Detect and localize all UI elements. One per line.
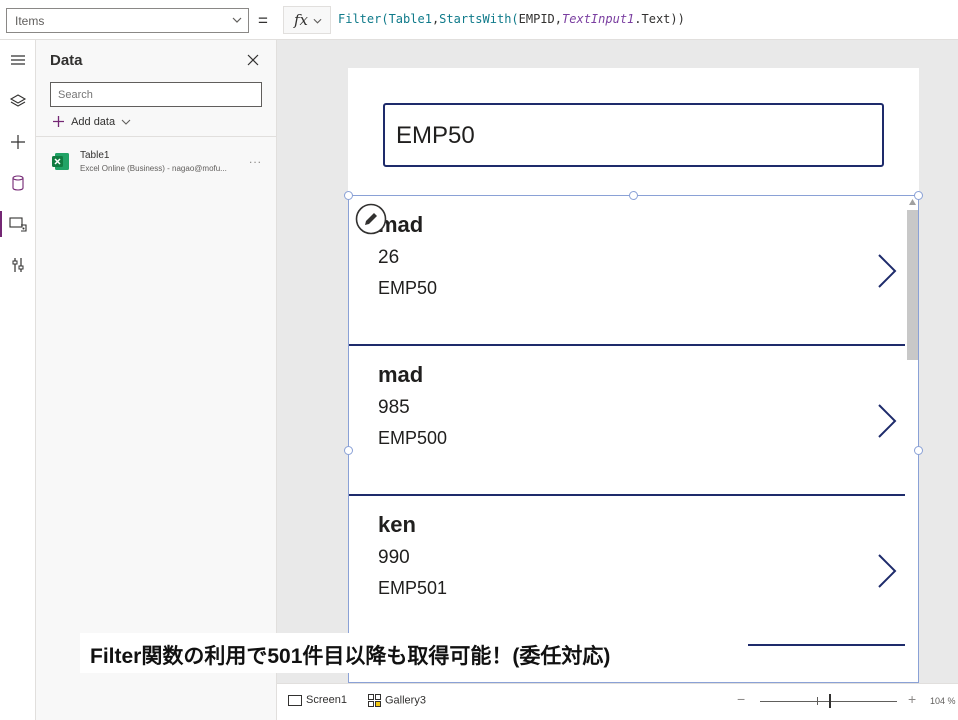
row-name: ken [378, 512, 416, 537]
formula-table: Table1 [388, 12, 432, 26]
plus-icon [53, 116, 64, 127]
data-pane: Data Add data Table1 Excel Online (Busin… [36, 40, 277, 720]
zoom-level: 104 % [930, 696, 956, 706]
chevron-right-icon[interactable] [875, 552, 899, 590]
property-dropdown[interactable]: Items [6, 8, 249, 33]
row-age: 985 [378, 397, 410, 418]
formula-control: TextInput1 [562, 12, 635, 26]
pane-title: Data [50, 52, 83, 69]
status-bar: Screen1 Gallery3 − + 104 % [277, 683, 958, 720]
add-data-button[interactable]: Add data [52, 115, 131, 133]
row-empid: EMP50 [378, 278, 438, 298]
formula-tail: .Text)) [634, 12, 685, 26]
data-cylinder-icon[interactable] [7, 172, 29, 194]
breadcrumb-gallery-label: Gallery3 [385, 694, 426, 707]
fx-button[interactable]: fx [283, 6, 331, 34]
row-age: 26 [378, 247, 400, 268]
zoom-slider-thumb[interactable] [829, 694, 831, 708]
chevron-right-icon[interactable] [875, 252, 899, 290]
gallery-row[interactable]: mad 26 EMP50 [349, 196, 905, 346]
zoom-default-tick [817, 697, 818, 705]
advanced-tools-icon[interactable] [7, 254, 29, 276]
caption-banner: Filter関数の利用で501件目以降も取得可能！(委任対応) [80, 633, 748, 673]
more-options-icon[interactable]: ... [249, 152, 262, 166]
resize-handle[interactable] [344, 446, 353, 455]
resize-handle[interactable] [344, 191, 353, 200]
data-source-connector: Excel Online (Business) - nagao@mofu... [80, 164, 227, 173]
chevron-down-icon [121, 119, 131, 125]
add-data-label: Add data [71, 115, 116, 128]
resize-handle[interactable] [629, 191, 638, 200]
formula-field: EMPID, [518, 12, 563, 26]
hamburger-menu-icon[interactable] [7, 49, 29, 71]
row-age: 990 [378, 547, 410, 568]
scroll-up-arrow-icon[interactable] [909, 199, 916, 205]
gallery-row[interactable]: ken 990 EMP501 [349, 496, 905, 646]
edit-pencil-icon[interactable] [355, 203, 387, 235]
app-screen: EMP50 mad 26 EMP50 mad 985 EMP500 ken 99… [344, 68, 923, 683]
formula-bar: Items = fx Filter(Table1,StartsWith(EMPI… [0, 0, 958, 40]
row-name: mad [378, 362, 424, 387]
resize-handle[interactable] [914, 446, 923, 455]
media-icon[interactable] [7, 213, 29, 235]
data-source-item[interactable]: Table1 Excel Online (Business) - nagao@m… [36, 146, 277, 180]
design-canvas: EMP50 mad 26 EMP50 mad 985 EMP500 ken 99… [277, 40, 958, 683]
rail-active-indicator [0, 211, 2, 237]
chevron-right-icon[interactable] [875, 402, 899, 440]
data-source-name: Table1 [80, 150, 110, 161]
close-icon[interactable] [245, 52, 261, 68]
gallery-scrollbar[interactable] [905, 196, 918, 682]
zoom-out-button[interactable]: − [737, 691, 745, 707]
left-rail [0, 40, 36, 720]
scrollbar-thumb[interactable] [907, 210, 918, 360]
zoom-in-button[interactable]: + [908, 691, 916, 707]
divider [36, 136, 277, 137]
gallery-row[interactable]: mad 985 EMP500 [349, 346, 905, 496]
breadcrumb-screen[interactable]: Screen1 [288, 694, 347, 706]
resize-handle[interactable] [914, 191, 923, 200]
layers-icon[interactable] [7, 90, 29, 112]
chevron-down-icon [232, 17, 242, 23]
equals-sign: = [258, 11, 268, 30]
insert-plus-icon[interactable] [7, 131, 29, 153]
fx-icon: fx [294, 11, 309, 29]
chevron-down-icon [313, 18, 322, 24]
data-search-input[interactable] [50, 82, 262, 107]
screen-icon [288, 694, 302, 706]
excel-icon [52, 153, 69, 170]
formula-function-2: StartsWith( [439, 12, 519, 26]
property-value: Items [15, 14, 45, 28]
formula-function: Filter( [338, 12, 389, 26]
text-input-control[interactable]: EMP50 [383, 103, 884, 167]
breadcrumb-gallery[interactable]: Gallery3 [368, 694, 426, 707]
gallery-icon [368, 694, 381, 707]
formula-input[interactable]: Filter(Table1,StartsWith(EMPID,TextInput… [338, 12, 685, 26]
row-empid: EMP501 [378, 578, 448, 598]
row-empid: EMP500 [378, 428, 448, 448]
gallery-control[interactable]: mad 26 EMP50 mad 985 EMP500 ken 990 EMP5… [348, 195, 919, 683]
breadcrumb-screen-label: Screen1 [306, 694, 347, 707]
